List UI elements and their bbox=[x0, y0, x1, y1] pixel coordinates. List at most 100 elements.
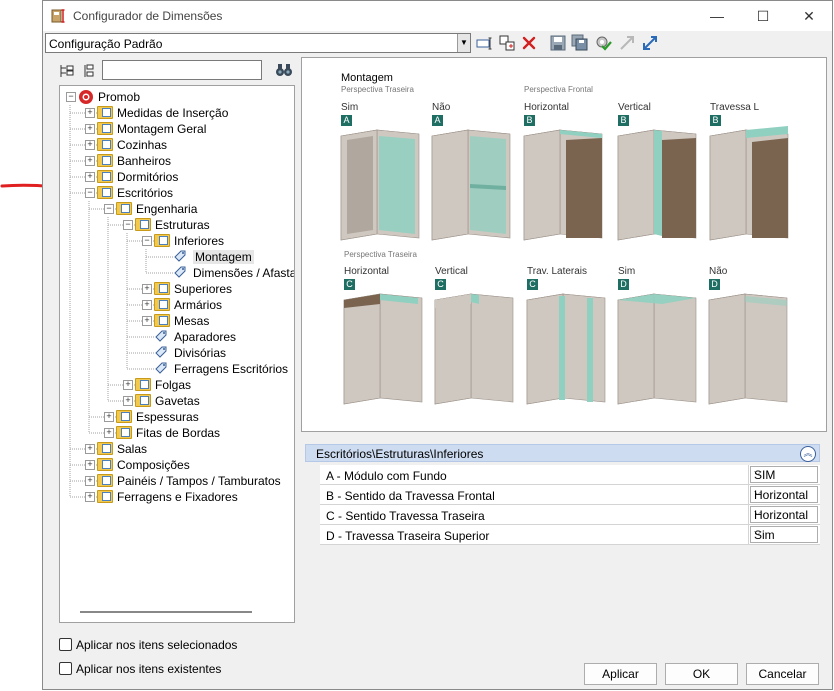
preview-subtitle-rear-2: Perspectiva Traseira bbox=[344, 250, 417, 259]
configuration-select[interactable]: Configuração Padrão ▼ bbox=[45, 33, 471, 53]
folder-icon bbox=[154, 297, 170, 312]
expand-toggle-icon[interactable]: + bbox=[85, 108, 95, 118]
property-value-select[interactable]: Sim ⌵ bbox=[750, 526, 818, 543]
minimize-button[interactable]: — bbox=[694, 1, 740, 31]
collapse-chevron-icon[interactable]: ︽ bbox=[800, 446, 816, 462]
tree-search-input[interactable] bbox=[102, 60, 262, 80]
collapse-toggle-icon[interactable]: − bbox=[142, 236, 152, 246]
tree-item-label: Banheiros bbox=[117, 154, 172, 168]
chevron-down-icon[interactable]: ⌵ bbox=[754, 467, 815, 478]
tree-item-label: Superiores bbox=[174, 282, 233, 296]
tree-item-label: Dormitórios bbox=[117, 170, 179, 184]
expand-toggle-icon[interactable]: + bbox=[85, 460, 95, 470]
column-divider bbox=[748, 505, 749, 524]
folder-icon bbox=[154, 313, 170, 328]
column-divider bbox=[748, 485, 749, 504]
tree-item-label: Engenharia bbox=[136, 202, 198, 216]
rename-icon[interactable] bbox=[475, 34, 493, 52]
cabinet-preview-image bbox=[617, 293, 697, 405]
preview-option-letter: A bbox=[341, 115, 352, 126]
folder-icon bbox=[97, 457, 113, 472]
tree-item-label: Painéis / Tampos / Tamburatos bbox=[117, 474, 281, 488]
expand-toggle-icon[interactable]: + bbox=[85, 172, 95, 182]
tree-item-label: Gavetas bbox=[155, 394, 200, 408]
property-value-select[interactable]: SIM ⌵ bbox=[750, 466, 818, 483]
property-label: D - Travessa Traseira Superior bbox=[326, 529, 490, 543]
preview-subtitle-front: Perspectiva Frontal bbox=[524, 85, 593, 94]
expand-toggle-icon[interactable]: + bbox=[85, 156, 95, 166]
tree-expand-all-icon[interactable] bbox=[59, 63, 75, 79]
copy-configuration-icon[interactable] bbox=[498, 34, 516, 52]
tree-item-label: Dimensões / Afastamentos bbox=[193, 266, 295, 280]
tree-collapse-all-icon[interactable] bbox=[81, 63, 97, 79]
tag-icon bbox=[154, 345, 170, 360]
tree-item-label: Fitas de Bordas bbox=[136, 426, 221, 440]
expand-toggle-icon[interactable]: + bbox=[123, 380, 133, 390]
cabinet-preview-image bbox=[709, 126, 789, 241]
collapse-toggle-icon[interactable]: − bbox=[85, 188, 95, 198]
expand-toggle-icon[interactable]: + bbox=[85, 124, 95, 134]
expand-toggle-icon[interactable]: + bbox=[85, 140, 95, 150]
apply-button[interactable]: Aplicar bbox=[584, 663, 657, 685]
delete-icon[interactable] bbox=[520, 34, 538, 52]
expand-toggle-icon[interactable]: + bbox=[123, 396, 133, 406]
tree-item-label: Promob bbox=[98, 90, 141, 104]
cabinet-preview-image bbox=[708, 293, 788, 405]
horizontal-scrollbar[interactable] bbox=[80, 611, 252, 613]
ok-button[interactable]: OK bbox=[665, 663, 738, 685]
expand-toggle-icon[interactable]: + bbox=[142, 300, 152, 310]
preview-option-letter: A bbox=[432, 115, 443, 126]
settings-check-icon[interactable] bbox=[594, 34, 612, 52]
apply-existing-checkbox[interactable] bbox=[59, 662, 72, 675]
preview-option-label: Trav. Laterais bbox=[527, 266, 588, 277]
expand-toggle-icon[interactable]: + bbox=[85, 492, 95, 502]
cancel-button[interactable]: Cancelar bbox=[746, 663, 819, 685]
property-value-select[interactable]: Horizontal ⌵ bbox=[750, 486, 818, 503]
expand-toggle-icon[interactable]: + bbox=[142, 284, 152, 294]
tree-item-label: Folgas bbox=[155, 378, 192, 392]
window-title: Configurador de Dimensões bbox=[73, 9, 223, 23]
save-all-icon[interactable] bbox=[571, 34, 589, 52]
collapse-toggle-icon[interactable]: − bbox=[123, 220, 133, 230]
folder-icon bbox=[97, 137, 113, 152]
tree-item-label: Inferiores bbox=[174, 234, 225, 248]
maximize-button[interactable]: ☐ bbox=[740, 1, 786, 31]
category-tree[interactable]: − Promob + Medidas de Inserção + Montagem Ger… bbox=[59, 85, 295, 623]
expand-icon[interactable] bbox=[641, 34, 659, 52]
preview-option-letter: C bbox=[435, 279, 446, 290]
property-label: B - Sentido da Travessa Frontal bbox=[326, 489, 495, 503]
property-value-select[interactable]: Horizontal ⌵ bbox=[750, 506, 818, 523]
tree-item-label: Montagem Geral bbox=[117, 122, 207, 136]
tree-item-label: Medidas de Inserção bbox=[117, 106, 229, 120]
tree-item-label: Composições bbox=[117, 458, 190, 472]
binoculars-search-icon[interactable] bbox=[275, 62, 293, 78]
preview-option-label: Vertical bbox=[618, 102, 651, 113]
folder-icon bbox=[97, 441, 113, 456]
preview-option-letter: B bbox=[524, 115, 535, 126]
title-bar: Configurador de Dimensões — ☐ ✕ bbox=[43, 1, 832, 31]
expand-toggle-icon[interactable]: + bbox=[104, 428, 114, 438]
tree-item-label: Escritórios bbox=[117, 186, 174, 200]
chevron-down-icon[interactable]: ⌵ bbox=[754, 487, 815, 498]
collapse-icon[interactable] bbox=[618, 34, 636, 52]
cabinet-preview-image bbox=[617, 129, 697, 241]
close-button[interactable]: ✕ bbox=[786, 1, 832, 31]
app-ruler-icon bbox=[51, 9, 65, 23]
preview-option-letter: D bbox=[618, 279, 629, 290]
tree-item-label: Ferragens Escritórios bbox=[174, 362, 289, 376]
expand-toggle-icon[interactable]: + bbox=[104, 412, 114, 422]
collapse-toggle-icon[interactable]: − bbox=[66, 92, 76, 102]
expand-toggle-icon[interactable]: + bbox=[85, 444, 95, 454]
chevron-down-icon[interactable]: ▼ bbox=[457, 34, 470, 52]
collapse-toggle-icon[interactable]: − bbox=[104, 204, 114, 214]
save-icon[interactable] bbox=[549, 34, 567, 52]
tree-item-label: Cozinhas bbox=[117, 138, 168, 152]
chevron-down-icon[interactable]: ⌵ bbox=[754, 507, 815, 518]
expand-toggle-icon[interactable]: + bbox=[142, 316, 152, 326]
apply-selected-checkbox[interactable] bbox=[59, 638, 72, 651]
expand-toggle-icon[interactable]: + bbox=[85, 476, 95, 486]
folder-icon bbox=[154, 281, 170, 296]
preview-subtitle-rear: Perspectiva Traseira bbox=[341, 85, 414, 94]
cabinet-preview-image bbox=[523, 129, 603, 241]
chevron-down-icon[interactable]: ⌵ bbox=[754, 527, 815, 538]
